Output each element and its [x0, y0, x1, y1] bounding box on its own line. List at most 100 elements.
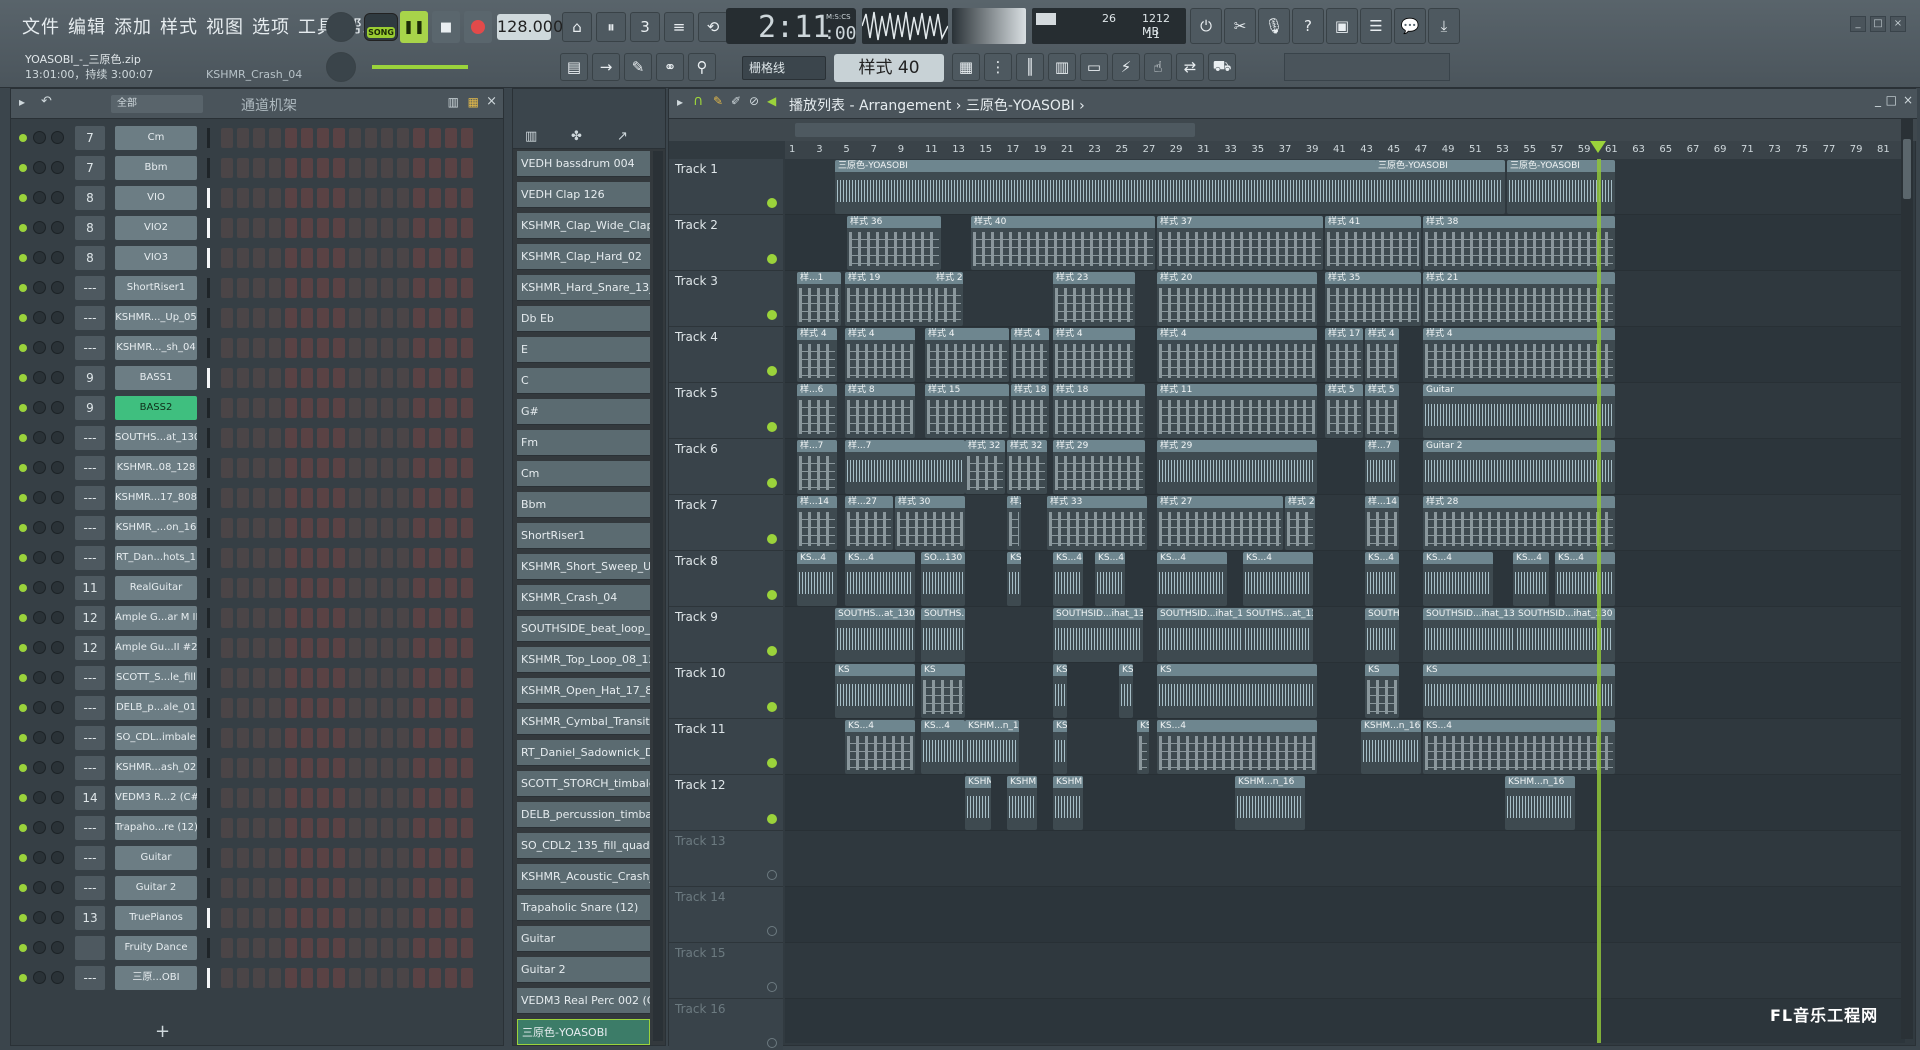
step-button[interactable]	[445, 758, 457, 778]
step-button[interactable]	[269, 638, 281, 658]
step-buttons[interactable]	[221, 938, 473, 958]
step-button[interactable]	[429, 908, 441, 928]
timeline-ruler[interactable]: 1 3 5 7 9 11 13 15 17 19 21 23 25 27 29 31 33 35 37 39 41 43 4…	[785, 141, 1905, 159]
step-button[interactable]	[317, 458, 329, 478]
channel-mixer-track[interactable]: ---	[75, 276, 105, 300]
step-button[interactable]	[413, 968, 425, 988]
channel-row[interactable]: 9 BASS1	[11, 363, 505, 393]
audio-clip[interactable]: Guitar	[1423, 384, 1615, 438]
step-button[interactable]	[237, 908, 249, 928]
picker-item[interactable]: SCOTT_STORCH_timbale_f...	[517, 771, 650, 797]
pattern-clip[interactable]: 样式 27	[1285, 496, 1315, 550]
track-lane[interactable]: KS...4KS...4KSHM...n_16KS...4KS...4KS...…	[785, 719, 1905, 775]
track-lane[interactable]	[785, 999, 1905, 1043]
channel-led-icon[interactable]	[19, 434, 27, 442]
step-button[interactable]	[237, 728, 249, 748]
step-button[interactable]	[445, 968, 457, 988]
channel-rack-icon[interactable]: ▥	[1048, 53, 1076, 81]
step-button[interactable]	[333, 188, 345, 208]
menu-edit[interactable]: 编辑	[68, 13, 106, 39]
step-button[interactable]	[221, 608, 233, 628]
pattern-clip[interactable]: KS...4	[1423, 720, 1615, 774]
step-button[interactable]	[237, 398, 249, 418]
step-button[interactable]	[413, 608, 425, 628]
step-button[interactable]	[461, 368, 473, 388]
step-button[interactable]	[429, 548, 441, 568]
master-volume-slider[interactable]	[372, 65, 468, 69]
step-button[interactable]	[221, 638, 233, 658]
channel-name-button[interactable]: KSHMR..._sh_04	[115, 336, 197, 360]
track-header[interactable]: Track 13	[669, 831, 783, 887]
step-button[interactable]	[285, 368, 297, 388]
channel-volume-knob[interactable]	[33, 281, 46, 294]
channel-mixer-track[interactable]: 9	[75, 366, 105, 390]
channel-select-indicator[interactable]	[207, 458, 210, 478]
step-button[interactable]	[381, 278, 393, 298]
channel-pan-knob[interactable]	[51, 281, 64, 294]
step-button[interactable]	[301, 758, 313, 778]
channel-mixer-track[interactable]: 11	[75, 576, 105, 600]
picker-item[interactable]: KSHMR_Clap_Hard_02	[517, 244, 650, 270]
step-button[interactable]	[237, 158, 249, 178]
brush-icon[interactable]: ✎	[624, 53, 652, 81]
step-button[interactable]	[333, 668, 345, 688]
channel-volume-knob[interactable]	[33, 851, 46, 864]
channel-mixer-track[interactable]: 9	[75, 396, 105, 420]
step-button[interactable]	[397, 338, 409, 358]
channel-filter[interactable]: 全部	[111, 95, 203, 113]
channel-led-icon[interactable]	[19, 134, 27, 142]
step-button[interactable]	[253, 638, 265, 658]
step-button[interactable]	[253, 968, 265, 988]
step-button[interactable]	[237, 788, 249, 808]
step-button[interactable]	[349, 518, 361, 538]
step-button[interactable]	[317, 878, 329, 898]
step-button[interactable]	[317, 608, 329, 628]
audio-clip[interactable]: KS	[1053, 664, 1067, 718]
step-button[interactable]	[349, 308, 361, 328]
channel-volume-knob[interactable]	[33, 221, 46, 234]
step-button[interactable]	[461, 938, 473, 958]
step-button[interactable]	[285, 248, 297, 268]
channel-row[interactable]: --- DELB_p...ale_01	[11, 693, 505, 723]
step-button[interactable]	[221, 278, 233, 298]
pattern-clip[interactable]: 样式 38	[1423, 216, 1615, 270]
step-button[interactable]	[381, 758, 393, 778]
channel-led-icon[interactable]	[19, 224, 27, 232]
track-lane[interactable]	[785, 943, 1905, 999]
picker-item[interactable]: DELB_percussion_timbal...	[517, 802, 650, 828]
audio-clip[interactable]: KSHM...n_16	[1007, 776, 1037, 830]
step-button[interactable]	[221, 818, 233, 838]
channel-name-button[interactable]: KSHMR..._Up_05	[115, 306, 197, 330]
step-button[interactable]	[317, 248, 329, 268]
step-button[interactable]	[381, 668, 393, 688]
pattern-clip[interactable]: 样...27	[845, 496, 893, 550]
track-lane[interactable]: 样...6 样式 8 样式 15 样式 18 样式 18 样式 11 样式 5 样式 5 Gui…	[785, 383, 1905, 439]
channel-row[interactable]: --- RT_Dan...hots_1	[11, 543, 505, 573]
channel-row[interactable]: 8 VIO2	[11, 213, 505, 243]
pattern-clip[interactable]: KS	[921, 664, 965, 718]
step-button[interactable]	[301, 218, 313, 238]
step-button[interactable]	[285, 218, 297, 238]
step-button[interactable]	[365, 938, 377, 958]
step-button[interactable]	[221, 668, 233, 688]
step-button[interactable]	[461, 698, 473, 718]
step-button[interactable]	[317, 308, 329, 328]
snap-selector[interactable]: 栅格线	[742, 56, 826, 80]
audio-clip[interactable]: KS...4	[921, 720, 965, 774]
audio-clip[interactable]: SOUTHS...at_130	[1243, 608, 1313, 662]
channel-volume-knob[interactable]	[33, 491, 46, 504]
step-buttons[interactable]	[221, 968, 473, 988]
picker-item[interactable]: KSHMR_Top_Loop_08_128	[517, 647, 650, 673]
step-button[interactable]	[365, 518, 377, 538]
step-button[interactable]	[445, 698, 457, 718]
audio-clip[interactable]: SO...130	[921, 552, 965, 606]
step-button[interactable]	[237, 308, 249, 328]
step-button[interactable]	[461, 338, 473, 358]
step-button[interactable]	[397, 488, 409, 508]
cart-icon[interactable]: ⛟	[1208, 53, 1236, 81]
audio-clip[interactable]: KS	[1157, 664, 1317, 718]
stamp-icon[interactable]: ⚲	[688, 53, 716, 81]
step-button[interactable]	[221, 248, 233, 268]
step-button[interactable]	[413, 218, 425, 238]
step-button[interactable]	[413, 668, 425, 688]
